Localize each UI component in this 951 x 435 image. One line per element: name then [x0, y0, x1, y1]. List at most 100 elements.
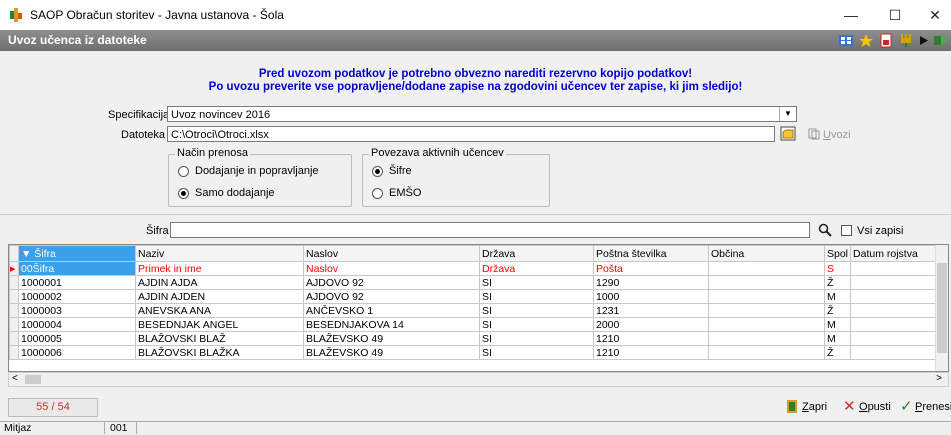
cell-address[interactable]: AJDOVO 92: [303, 289, 480, 304]
specification-select[interactable]: Uvoz novincev 2016 ▼: [167, 106, 797, 122]
row-indicator[interactable]: [9, 289, 19, 304]
cell-address[interactable]: ANČEVSKO 1: [303, 303, 480, 318]
table-row[interactable]: 1000006 BLAŽOVSKI BLAŽKA BLAŽEVSKO 49 SI 121…: [9, 345, 942, 360]
minimize-button[interactable]: —: [836, 4, 866, 26]
cell-postal-code[interactable]: 2000: [593, 317, 709, 332]
table-row[interactable]: 1000003 ANEVSKA ANA ANČEVSKO 1 SI 1231 Ž: [9, 303, 942, 318]
cell-birth-date[interactable]: [850, 261, 942, 276]
radio-add-only-label[interactable]: Samo dodajanje: [195, 187, 275, 199]
document-icon[interactable]: [878, 33, 894, 48]
maximize-button[interactable]: ☐: [880, 4, 910, 26]
cell-municipality[interactable]: [708, 345, 825, 360]
import-button[interactable]: Uvozi: [823, 129, 851, 141]
cell-code[interactable]: 1000001: [18, 275, 136, 290]
folder-open-icon[interactable]: [780, 126, 796, 141]
table-row[interactable]: 1000001 AJDIN AJDA AJDOVO 92 SI 1290 Ž: [9, 275, 942, 290]
cell-address[interactable]: Naslov: [303, 261, 480, 276]
cell-birth-date[interactable]: [850, 289, 942, 304]
cancel-icon[interactable]: ✕: [843, 397, 856, 415]
arrow-right-icon[interactable]: [916, 33, 932, 48]
transfer-button[interactable]: Prenesi: [915, 399, 951, 415]
cell-country[interactable]: Država: [479, 261, 594, 276]
cell-name[interactable]: BLAŽOVSKI BLAŽKA: [135, 345, 304, 360]
import-icon[interactable]: [808, 128, 820, 140]
radio-emso-label[interactable]: EMŠO: [389, 187, 421, 199]
horizontal-scroll-thumb[interactable]: [25, 375, 41, 384]
cell-code[interactable]: 1000006: [18, 345, 136, 360]
cell-code[interactable]: 1000003: [18, 303, 136, 318]
table-row[interactable]: ▶ 00Šifra Primek in ime Naslov Država Pošta S: [9, 261, 942, 276]
cell-country[interactable]: SI: [479, 275, 594, 290]
close-door-icon[interactable]: [784, 399, 800, 414]
cell-municipality[interactable]: [708, 261, 825, 276]
cell-name[interactable]: BESEDNJAK ANGEL: [135, 317, 304, 332]
vertical-scroll-thumb[interactable]: [937, 263, 947, 353]
row-indicator[interactable]: ▶: [9, 261, 19, 276]
radio-codes[interactable]: [372, 166, 383, 177]
column-header-gender[interactable]: Spol: [823, 245, 852, 262]
cell-birth-date[interactable]: [850, 317, 942, 332]
cell-gender[interactable]: Ž: [823, 345, 852, 360]
cell-address[interactable]: BESEDNJAKOVA 14: [303, 317, 480, 332]
cell-municipality[interactable]: [708, 331, 825, 346]
column-header-country[interactable]: Država: [479, 245, 594, 262]
cell-birth-date[interactable]: [850, 303, 942, 318]
cell-code[interactable]: 1000004: [18, 317, 136, 332]
cell-postal-code[interactable]: Pošta: [593, 261, 709, 276]
cell-country[interactable]: SI: [479, 317, 594, 332]
cell-postal-code[interactable]: 1000: [593, 289, 709, 304]
radio-add-only[interactable]: [178, 188, 189, 199]
cell-municipality[interactable]: [708, 275, 825, 290]
filter-input[interactable]: [170, 222, 810, 238]
chevron-down-icon[interactable]: ▼: [779, 107, 796, 121]
close-button[interactable]: ✕: [920, 4, 950, 26]
cell-birth-date[interactable]: [850, 345, 942, 360]
cell-birth-date[interactable]: [850, 331, 942, 346]
cell-postal-code[interactable]: 1210: [593, 345, 709, 360]
cell-address[interactable]: BLAŽEVSKO 49: [303, 345, 480, 360]
cell-gender[interactable]: M: [823, 317, 852, 332]
cell-gender[interactable]: Ž: [823, 303, 852, 318]
cell-name[interactable]: ANEVSKA ANA: [135, 303, 304, 318]
cell-name[interactable]: AJDIN AJDEN: [135, 289, 304, 304]
column-header-name[interactable]: Naziv: [135, 245, 304, 262]
column-header-address[interactable]: Naslov: [303, 245, 480, 262]
cell-postal-code[interactable]: 1210: [593, 331, 709, 346]
radio-add-and-update[interactable]: [178, 166, 189, 177]
cell-name[interactable]: BLAŽOVSKI BLAŽ: [135, 331, 304, 346]
plugin-icon[interactable]: [898, 33, 914, 48]
cell-address[interactable]: BLAŽEVSKO 49: [303, 331, 480, 346]
row-indicator[interactable]: [9, 331, 19, 346]
row-indicator[interactable]: [9, 317, 19, 332]
cell-birth-date[interactable]: [850, 275, 942, 290]
radio-emso[interactable]: [372, 188, 383, 199]
table-row[interactable]: 1000002 AJDIN AJDEN AJDOVO 92 SI 1000 M: [9, 289, 942, 304]
file-input[interactable]: C:\Otroci\Otroci.xlsx: [167, 126, 775, 142]
all-records-label[interactable]: Vsi zapisi: [857, 225, 903, 237]
close-form-button[interactable]: Zapri: [802, 399, 827, 415]
exit-icon[interactable]: [932, 33, 948, 48]
row-indicator[interactable]: [9, 303, 19, 318]
grid-icon[interactable]: [838, 33, 854, 48]
cell-postal-code[interactable]: 1290: [593, 275, 709, 290]
cell-gender[interactable]: M: [823, 289, 852, 304]
horizontal-scrollbar[interactable]: < >: [8, 372, 949, 387]
search-icon[interactable]: [818, 223, 832, 237]
scroll-left-icon[interactable]: <: [12, 373, 18, 384]
cell-gender[interactable]: M: [823, 331, 852, 346]
scroll-right-icon[interactable]: >: [936, 373, 942, 384]
row-indicator[interactable]: [9, 275, 19, 290]
table-row[interactable]: 1000005 BLAŽOVSKI BLAŽ BLAŽEVSKO 49 SI 1210 M: [9, 331, 942, 346]
cell-municipality[interactable]: [708, 317, 825, 332]
cell-name[interactable]: Primek in ime: [135, 261, 304, 276]
column-header-code[interactable]: ▼ Šifra: [18, 245, 136, 262]
all-records-checkbox[interactable]: [841, 225, 852, 236]
cell-address[interactable]: AJDOVO 92: [303, 275, 480, 290]
table-row[interactable]: 1000004 BESEDNJAK ANGEL BESEDNJAKOVA 14 SI 2…: [9, 317, 942, 332]
cell-country[interactable]: SI: [479, 345, 594, 360]
cell-gender[interactable]: S: [823, 261, 852, 276]
vertical-scrollbar[interactable]: [935, 245, 948, 371]
star-icon[interactable]: [858, 33, 874, 48]
row-indicator[interactable]: [9, 345, 19, 360]
cell-code[interactable]: 00Šifra: [18, 261, 136, 276]
